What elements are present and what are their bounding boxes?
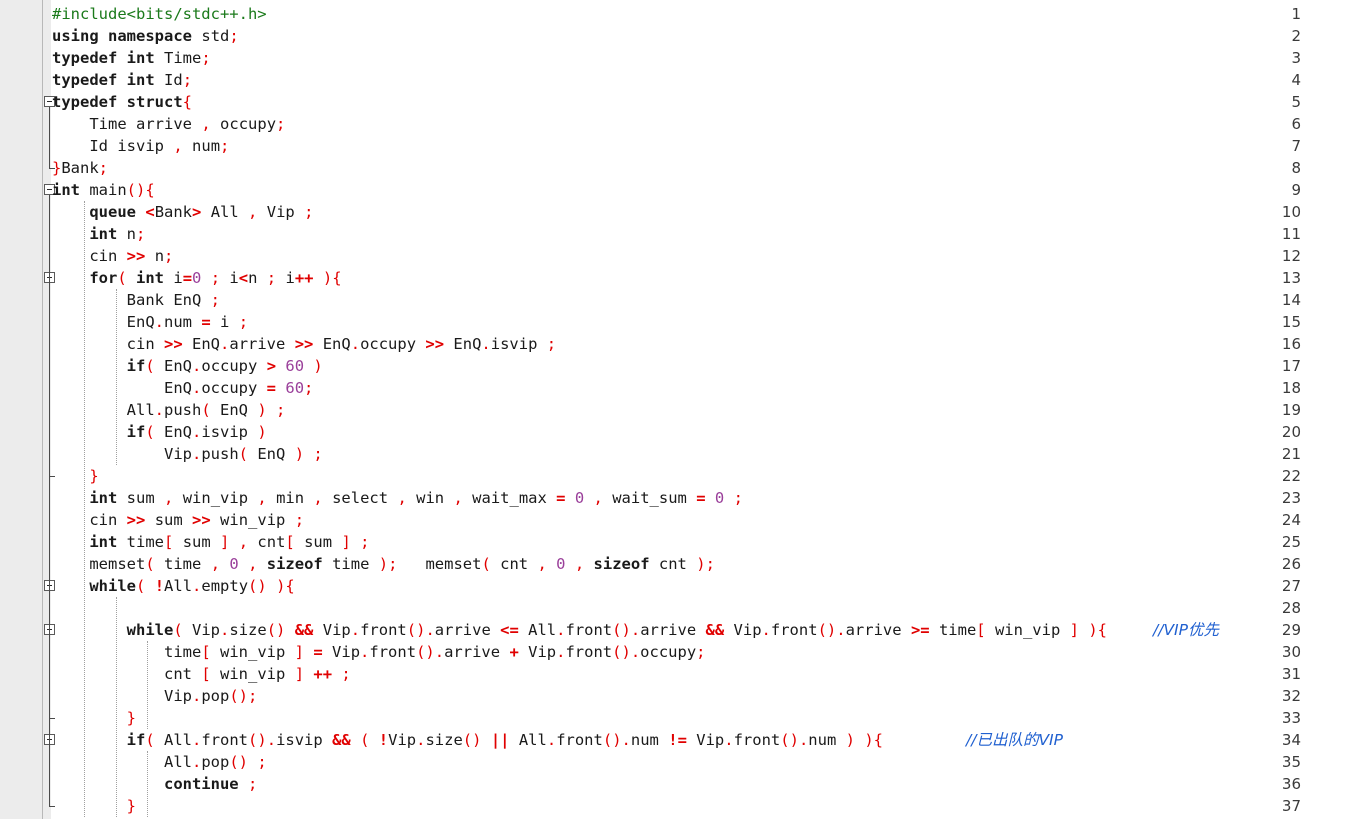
code-line[interactable]: }Bank; xyxy=(52,157,108,179)
code-editor[interactable]: 1 2 3 4 5 6 7 8 9 10 11 12 13 14 15 16 17 18 19 20 21 22 23 24 2… xyxy=(0,0,1347,819)
code-line[interactable]: } xyxy=(52,465,98,487)
code-line[interactable]: #include<bits/stdc++.h> xyxy=(52,3,267,25)
code-line[interactable]: All.pop() ; xyxy=(52,751,267,773)
code-line[interactable]: Vip.pop(); xyxy=(52,685,257,707)
fold-connector-line xyxy=(49,283,50,476)
fold-connector-line xyxy=(49,745,50,806)
code-line[interactable]: int time[ sum ] , cnt[ sum ] ; xyxy=(52,531,369,553)
code-comment: //已出队的VIP xyxy=(966,731,1063,749)
code-line[interactable]: } xyxy=(52,795,136,817)
code-line[interactable]: EnQ.occupy = 60; xyxy=(52,377,313,399)
code-line[interactable]: cnt [ win_vip ] ++ ; xyxy=(52,663,351,685)
code-line[interactable]: Bank EnQ ; xyxy=(52,289,220,311)
code-line[interactable]: EnQ.num = i ; xyxy=(52,311,248,333)
code-line[interactable]: if( EnQ.isvip ) xyxy=(52,421,267,443)
code-comment: //VIP优先 xyxy=(1153,621,1219,639)
code-line[interactable]: int main(){ xyxy=(52,179,155,201)
code-line[interactable]: while( Vip.size() && Vip.front().arrive … xyxy=(52,619,1107,641)
code-line[interactable]: using namespace std; xyxy=(52,25,239,47)
code-line[interactable]: typedef int Id; xyxy=(52,69,192,91)
code-line[interactable]: cin >> n; xyxy=(52,245,173,267)
code-line[interactable]: memset( time , 0 , sizeof time ); memset… xyxy=(52,553,715,575)
code-line[interactable]: if( EnQ.occupy > 60 ) xyxy=(52,355,323,377)
code-line[interactable]: time[ win_vip ] = Vip.front().arrive + V… xyxy=(52,641,706,663)
code-line[interactable]: } xyxy=(52,707,136,729)
code-line[interactable]: while( !All.empty() ){ xyxy=(52,575,294,597)
code-line[interactable]: typedef int Time; xyxy=(52,47,211,69)
code-line[interactable]: queue <Bank> All , Vip ; xyxy=(52,201,313,223)
code-line[interactable]: Time arrive , occupy; xyxy=(52,113,285,135)
code-line[interactable]: cin >> sum >> win_vip ; xyxy=(52,509,304,531)
code-line[interactable]: All.push( EnQ ) ; xyxy=(52,399,286,421)
code-line[interactable]: cin >> EnQ.arrive >> EnQ.occupy >> EnQ.i… xyxy=(52,333,556,355)
code-content[interactable]: #include<bits/stdc++.h> using namespace s… xyxy=(52,0,1347,819)
code-line[interactable]: if( All.front().isvip && ( !Vip.size() |… xyxy=(52,729,883,751)
code-line[interactable]: typedef struct{ xyxy=(52,91,192,113)
code-line[interactable]: int sum , win_vip , min , select , win ,… xyxy=(52,487,743,509)
code-line[interactable]: continue ; xyxy=(52,773,257,795)
code-line[interactable]: Id isvip , num; xyxy=(52,135,229,157)
fold-connector-line xyxy=(49,635,50,718)
code-line[interactable]: Vip.push( EnQ ) ; xyxy=(52,443,323,465)
code-line[interactable]: int n; xyxy=(52,223,145,245)
code-line[interactable]: for( int i=0 ; i<n ; i++ ){ xyxy=(52,267,341,289)
line-number-gutter xyxy=(0,0,42,819)
fold-connector-line xyxy=(49,107,50,168)
